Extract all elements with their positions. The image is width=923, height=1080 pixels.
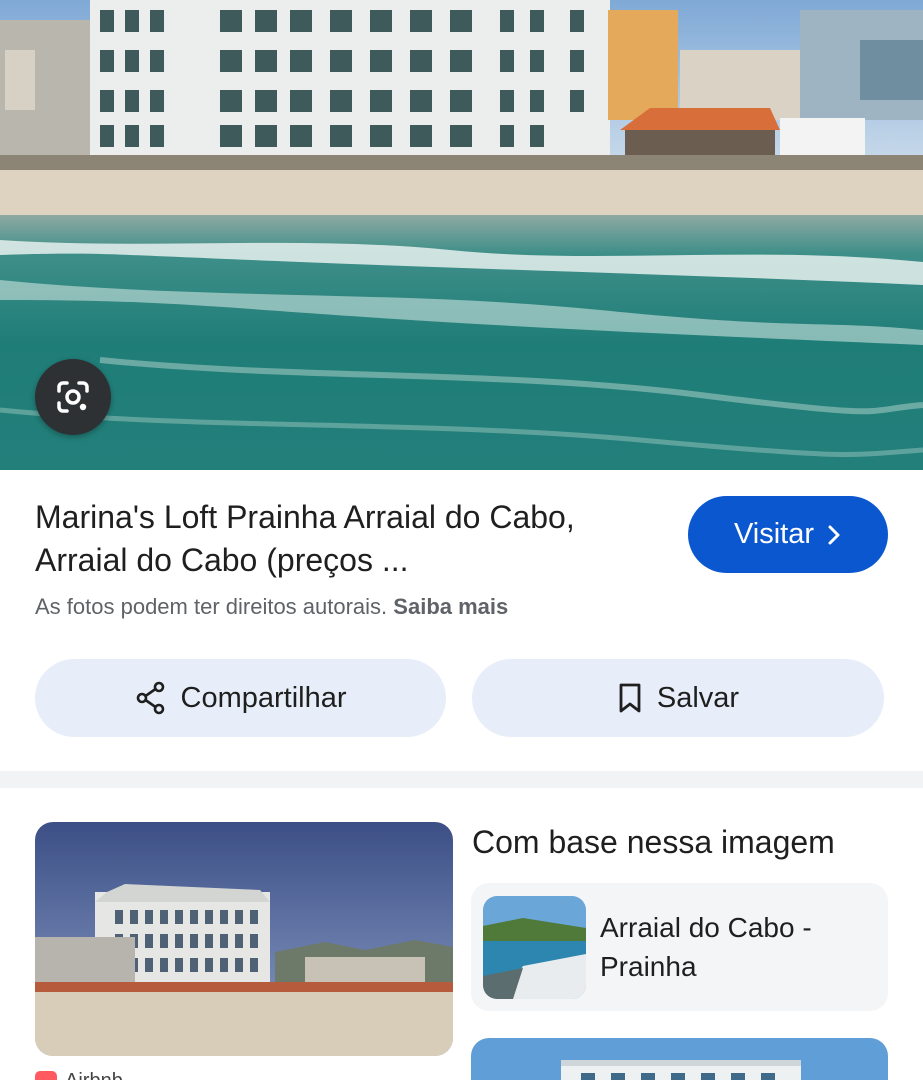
save-button-label: Salvar xyxy=(656,681,740,714)
related-search-label: Arraial do Cabo - Prainha xyxy=(600,912,812,982)
hero-photo[interactable] xyxy=(0,0,923,470)
share-icon xyxy=(136,681,164,715)
bookmark-icon xyxy=(619,683,641,713)
google-lens-icon xyxy=(57,381,89,413)
related-search-card[interactable] xyxy=(471,1038,888,1080)
related-search-card[interactable]: Arraial do Cabo - Prainha xyxy=(471,883,888,1011)
share-button-label: Compartilhar xyxy=(180,681,347,714)
share-button[interactable]: Compartilhar xyxy=(35,659,446,737)
save-button[interactable]: Salvar xyxy=(472,659,884,737)
visit-button-label: Visitar xyxy=(733,518,815,550)
source-row: Airbnb xyxy=(35,1070,123,1080)
chevron-right-icon xyxy=(828,525,840,544)
building-photo xyxy=(35,822,453,1056)
learn-more-link[interactable]: Saiba mais xyxy=(393,594,508,619)
copyright-notice: As fotos podem ter direitos autorais. Sa… xyxy=(35,594,508,620)
copyright-text: As fotos podem ter direitos autorais. xyxy=(35,594,388,619)
beach-photo xyxy=(0,0,923,470)
airbnb-icon xyxy=(35,1070,57,1080)
based-on-image-heading: Com base nessa imagem xyxy=(472,824,835,860)
google-lens-button[interactable] xyxy=(35,359,111,435)
visit-button[interactable]: Visitar xyxy=(688,496,888,573)
section-divider xyxy=(0,771,923,788)
result-title[interactable]: Marina's Loft Prainha Arraial do Cabo, A… xyxy=(35,496,665,582)
source-result-thumbnail[interactable] xyxy=(35,822,453,1056)
related-search-thumbnail xyxy=(483,895,586,999)
source-label: Airbnb xyxy=(65,1070,123,1080)
